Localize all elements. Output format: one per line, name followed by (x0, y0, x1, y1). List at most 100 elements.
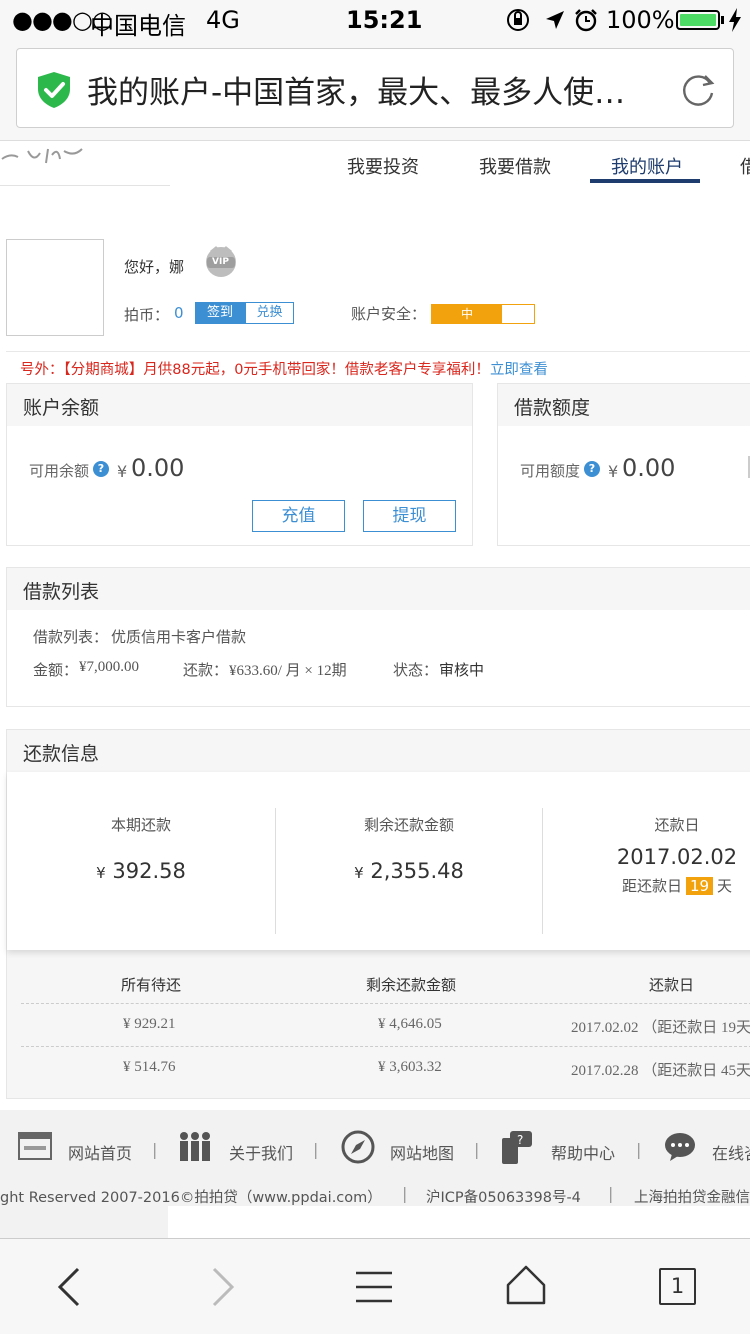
browser-address-area: 我的账户-中国首家，最大、最多人使… (0, 40, 750, 140)
exchange-button[interactable]: 兑换 (245, 302, 294, 324)
avatar[interactable] (6, 239, 104, 336)
browser-toolbar: 1 (0, 1238, 750, 1334)
alarm-icon (575, 9, 597, 32)
sign-in-button[interactable]: 签到 (195, 302, 245, 324)
due-days-badge: 19 (685, 877, 714, 895)
balance-amount: 0.00 (131, 454, 185, 482)
due-date-block: 还款日 2017.02.02 距还款日 19 天 (543, 814, 750, 896)
table-header: 所有待还 剩余还款金额 还款日 (21, 970, 750, 1004)
greeting: 您好，娜 (124, 258, 185, 276)
clock: 15:21 (346, 6, 423, 34)
home-page-icon (18, 1132, 52, 1160)
footer-link-about[interactable]: 关于我们 (229, 1140, 293, 1164)
help-icon[interactable]: ? (93, 461, 109, 477)
address-bar[interactable]: 我的账户-中国首家，最大、最多人使… (16, 48, 734, 128)
current-currency: ¥ (96, 864, 106, 882)
nav-invest[interactable]: 我要投资 (347, 153, 419, 179)
user-name: 娜 (169, 258, 185, 276)
back-icon[interactable] (56, 1267, 84, 1307)
home-icon[interactable] (506, 1265, 546, 1305)
credit-card: 借款额度 可用额度 ? ¥ 0.00 (497, 383, 750, 546)
current-repayment-label: 本期还款 (110, 816, 171, 834)
reload-icon[interactable] (679, 71, 717, 109)
loan-list-title: 借款列表 (7, 568, 750, 610)
current-repayment-amount: 392.58 (112, 859, 186, 883)
footer-link-sitemap[interactable]: 网站地图 (390, 1140, 454, 1164)
footer-link-help[interactable]: 帮助中心 (551, 1140, 615, 1164)
recharge-button[interactable]: 充值 (252, 500, 345, 532)
charging-icon (729, 8, 741, 32)
balance-card: 账户余额 可用余额 ? ¥ 0.00 充值 提现 (6, 383, 473, 546)
footer-link-home[interactable]: 网站首页 (68, 1140, 132, 1164)
promo-text: 【分期商城】月供88元起，0元手机带回家！借款老客户专享福利！ (63, 362, 490, 378)
credit-currency: ¥ (608, 462, 619, 481)
withdraw-button[interactable]: 提现 (363, 500, 456, 532)
loan-list-card: 借款列表 借款列表： 优质信用卡客户借款 金额： ¥7,000.00 还款： ¥… (6, 567, 750, 707)
site-footer: 网站首页 | 关于我们 | 网站地图 | ? 帮助中心 | 在线咨 ght Re… (0, 1110, 750, 1238)
promo-link[interactable]: 立即查看 (490, 362, 548, 378)
company-name: 上海拍拍贷金融信 (634, 1190, 750, 1206)
coin-label: 拍币： (124, 306, 170, 324)
nav-my-account[interactable]: 我的账户 (611, 153, 683, 179)
nav-borrow[interactable]: 我要借款 (479, 153, 551, 179)
nav-more[interactable]: 借 (740, 153, 750, 179)
about-us-icon (180, 1132, 210, 1161)
loan-list-label: 借款列表： (33, 628, 109, 646)
remaining-repayment-amount: 2,355.48 (370, 859, 464, 883)
help-center-icon: ? (502, 1131, 532, 1164)
loan-repay-value: ¥633.60/ 月 × 12期 (229, 663, 347, 679)
page-title: 我的账户-中国首家，最大、最多人使… (87, 75, 626, 111)
copyright: ght Reserved 2007-2016©拍拍贷（www.ppdai.com… (0, 1190, 382, 1206)
remaining-currency: ¥ (354, 864, 364, 882)
loan-status-label: 状态： (393, 661, 439, 679)
credit-card-title: 借款额度 (498, 384, 750, 426)
help-icon[interactable]: ? (584, 461, 600, 477)
network-type: 4G (206, 6, 240, 34)
loan-status-value: 审核中 (439, 661, 485, 679)
security-level-fill: 中 (432, 305, 502, 323)
table-row: ¥ 514.76 ¥ 3,603.32 2017.02.28 （距还款日 45天 (123, 1059, 750, 1079)
remaining-repayment: 剩余还款金额 ¥ 2,355.48 (276, 814, 542, 883)
due-countdown: 距还款日 19 天 (621, 877, 733, 895)
loan-amount-value: ¥7,000.00 (79, 659, 139, 675)
icp-number[interactable]: 沪ICP备05063398号-4 (426, 1186, 581, 1207)
credit-amount: 0.00 (622, 454, 676, 482)
menu-icon[interactable] (354, 1269, 394, 1305)
compass-icon (341, 1130, 375, 1164)
table-row: ¥ 929.21 ¥ 4,646.05 2017.02.02 （距还款日 19天 (21, 1004, 750, 1047)
repayment-table: 所有待还 剩余还款金额 还款日 ¥ 929.21 ¥ 4,646.05 2017… (21, 970, 750, 1090)
footer-link-online-chat[interactable]: 在线咨 (712, 1140, 750, 1164)
due-date-label: 还款日 (654, 816, 700, 834)
repayment-summary: 本期还款 ¥ 392.58 剩余还款金额 ¥ 2,355.48 还款日 2017… (7, 772, 750, 950)
svg-text:?: ? (517, 1133, 523, 1147)
forward-icon[interactable] (208, 1267, 236, 1307)
status-bar: ●●●○○ 中国电信 4G 15:21 100% (0, 0, 750, 40)
carrier-name: 中国电信 (90, 12, 186, 40)
battery-icon (676, 10, 720, 30)
promo-banner: 号外：【分期商城】月供88元起，0元手机带回家！借款老客户专享福利！立即查看 (20, 358, 548, 379)
balance-currency: ¥ (117, 462, 128, 481)
battery-percent: 100% (606, 6, 675, 34)
site-navigation: 我要投资 我要借款 我的账户 借 (0, 140, 750, 194)
security-level-bar: 中 (431, 304, 535, 324)
promo-prefix: 号外： (20, 362, 64, 378)
location-icon (546, 11, 564, 29)
remaining-repayment-label: 剩余还款金额 (363, 816, 454, 834)
secure-shield-icon (38, 72, 70, 108)
loan-repay-label: 还款： (183, 661, 229, 679)
coin-value: 0 (174, 304, 184, 322)
balance-card-title: 账户余额 (7, 384, 472, 426)
repayment-title: 还款信息 (7, 730, 750, 772)
chat-icon (665, 1133, 695, 1161)
tabs-button[interactable]: 1 (659, 1268, 696, 1305)
rotation-lock-icon (507, 9, 529, 31)
security-label: 账户安全： (351, 305, 427, 323)
site-logo (1, 148, 83, 164)
table-header-cell: 剩余还款金额 (366, 976, 457, 994)
current-repayment: 本期还款 ¥ 392.58 (7, 814, 275, 883)
table-header-cell: 还款日 (649, 976, 695, 994)
nav-active-indicator (590, 179, 700, 183)
vip-badge-icon: VIP (203, 244, 239, 280)
loan-list-value[interactable]: 优质信用卡客户借款 (111, 626, 246, 647)
table-header-cell: 所有待还 (121, 976, 182, 994)
